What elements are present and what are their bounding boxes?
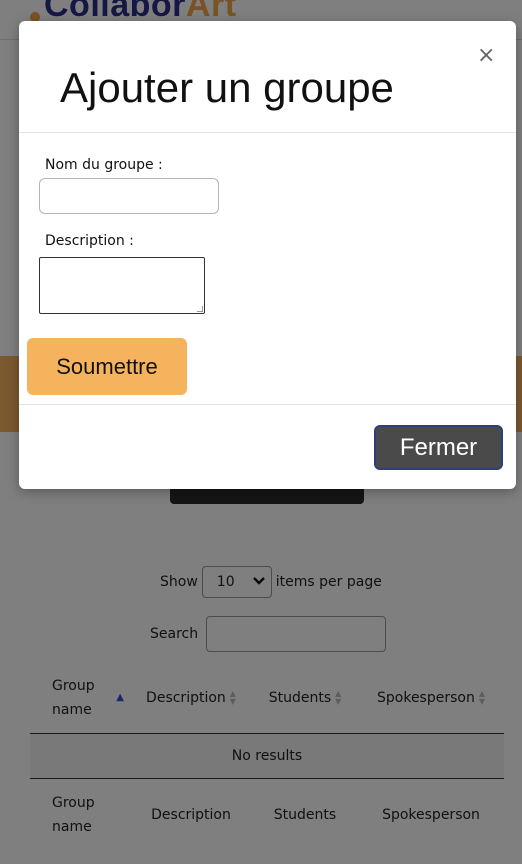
- group-name-label: Nom du groupe :: [45, 157, 163, 173]
- modal-title: Ajouter un groupe: [60, 64, 394, 111]
- close-button[interactable]: Fermer: [374, 425, 503, 470]
- modal-body: Nom du groupe : Description : Soumettre: [19, 133, 516, 404]
- resize-handle-icon[interactable]: [197, 306, 203, 312]
- modal-footer: Fermer: [19, 404, 516, 489]
- description-label: Description :: [45, 233, 134, 249]
- modal-header: Ajouter un groupe ×: [19, 21, 516, 133]
- group-name-input[interactable]: [39, 178, 219, 214]
- description-textarea[interactable]: [39, 257, 205, 314]
- add-group-modal: Ajouter un groupe × Nom du groupe : Desc…: [19, 21, 516, 489]
- close-icon[interactable]: ×: [477, 43, 495, 68]
- submit-button[interactable]: Soumettre: [27, 338, 187, 395]
